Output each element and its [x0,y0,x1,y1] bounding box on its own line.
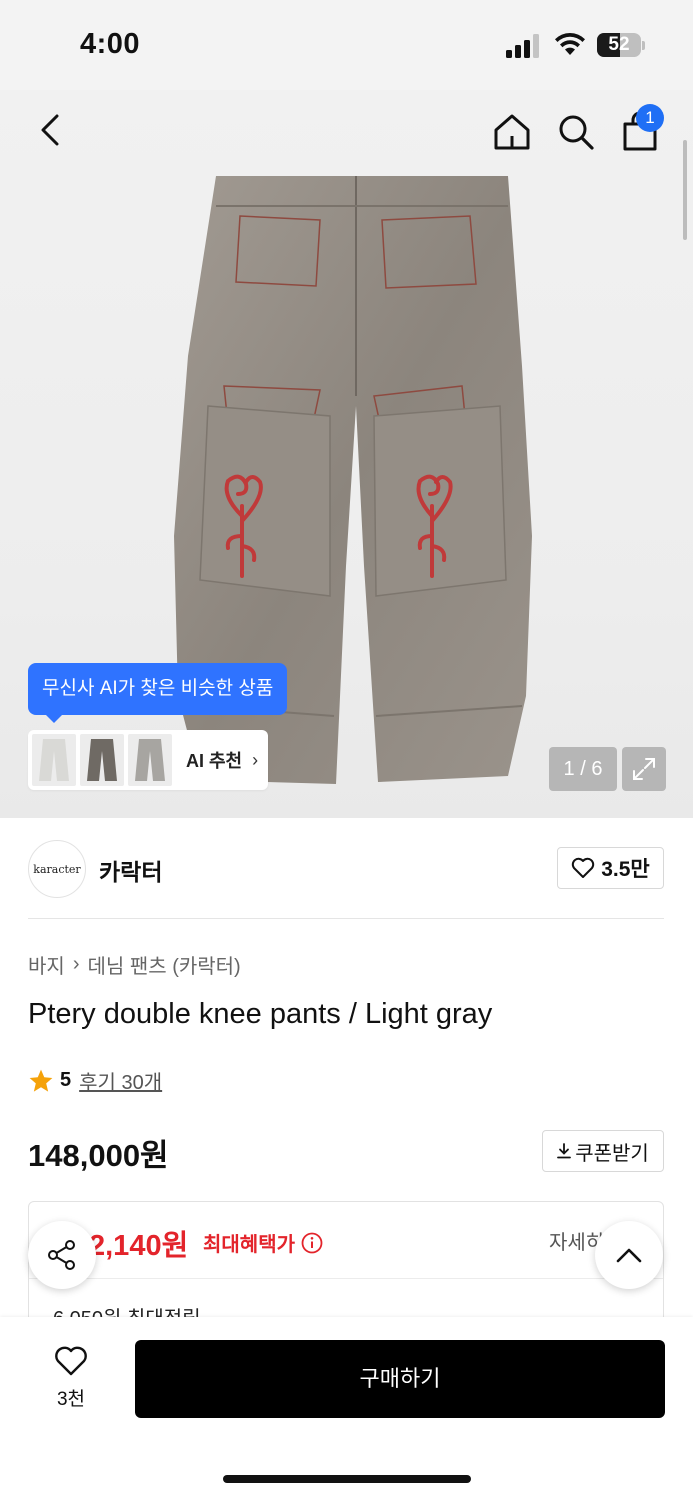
bottom-action-bar: 3천 구매하기 [0,1317,693,1500]
brand-logo[interactable]: karacter [28,840,86,898]
cart-count-badge: 1 [636,104,664,132]
rating-score: 5 [60,1069,72,1091]
breadcrumb: 바지 › 데님 팬츠 (카락터) [28,950,241,979]
back-icon [41,114,59,146]
max-benefit-text: 최대혜택가 [203,1234,295,1256]
download-icon [557,1143,572,1159]
coupon-label: 쿠폰받기 [575,1142,649,1165]
product-rating[interactable]: 5 후기 30개 [28,1066,162,1095]
status-time: 4:00 [80,28,141,60]
back-button[interactable] [30,110,70,150]
review-count-link[interactable]: 후기 30개 [79,1066,162,1095]
breadcrumb-category[interactable]: 바지 [28,950,65,979]
product-image-gallery[interactable]: 무신사 AI가 찾은 비슷한 상품 AI 추천 › 1 / 6 [0,90,693,818]
share-icon [48,1240,75,1270]
ai-thumb-3[interactable] [128,734,172,786]
home-icon [494,114,530,150]
max-benefit-label: 최대혜택가 [203,1228,323,1257]
home-button[interactable] [490,110,534,154]
status-bar: 4:00 52 [0,0,693,90]
chevron-right-icon: › [252,749,259,770]
brand-like-button[interactable]: 3.5만 [557,847,664,889]
heart-icon [572,857,595,878]
expand-icon [633,758,655,780]
product-price: 148,000원 [28,1138,169,1173]
image-counter: 1 / 6 [549,747,617,791]
heart-icon [55,1346,87,1376]
scrollbar[interactable] [683,140,687,240]
search-button[interactable] [554,110,598,154]
scroll-top-button[interactable] [595,1221,663,1289]
battery-level: 52 [608,34,630,55]
max-benefit-price: 2,140원 [89,1230,189,1262]
wifi-icon [555,32,585,55]
buy-button[interactable]: 구매하기 [135,1340,665,1418]
ai-thumb-2[interactable] [80,734,124,786]
battery-indicator: 52 [597,33,641,57]
breadcrumb-subcategory[interactable]: 데님 팬츠 (카락터) [87,950,240,979]
ai-recommend-label: AI 추천 [186,751,243,771]
chevron-up-icon [616,1248,642,1263]
wishlist-button[interactable]: 3천 [46,1345,96,1411]
brand-name[interactable]: 카락터 [99,853,162,887]
star-icon [29,1069,53,1092]
expand-button[interactable] [622,747,666,791]
divider [28,918,664,919]
brand-like-count: 3.5만 [601,858,650,881]
wishlist-count: 3천 [56,1389,86,1410]
search-icon [559,115,594,150]
divider [29,1278,663,1279]
coupon-button[interactable]: 쿠폰받기 [542,1130,664,1172]
share-button[interactable] [28,1221,96,1289]
product-title: Ptery double knee pants / Light gray [28,998,493,1030]
info-icon[interactable] [301,1232,323,1254]
battery-tip [642,41,645,50]
home-indicator [223,1475,471,1483]
cellular-signal-icon [506,34,539,58]
ai-similar-tooltip: 무신사 AI가 찾은 비슷한 상품 [28,663,288,723]
ai-thumb-1[interactable] [32,734,76,786]
ai-recommend-card[interactable]: AI 추천 › [28,730,268,790]
breadcrumb-separator: › [72,953,80,975]
